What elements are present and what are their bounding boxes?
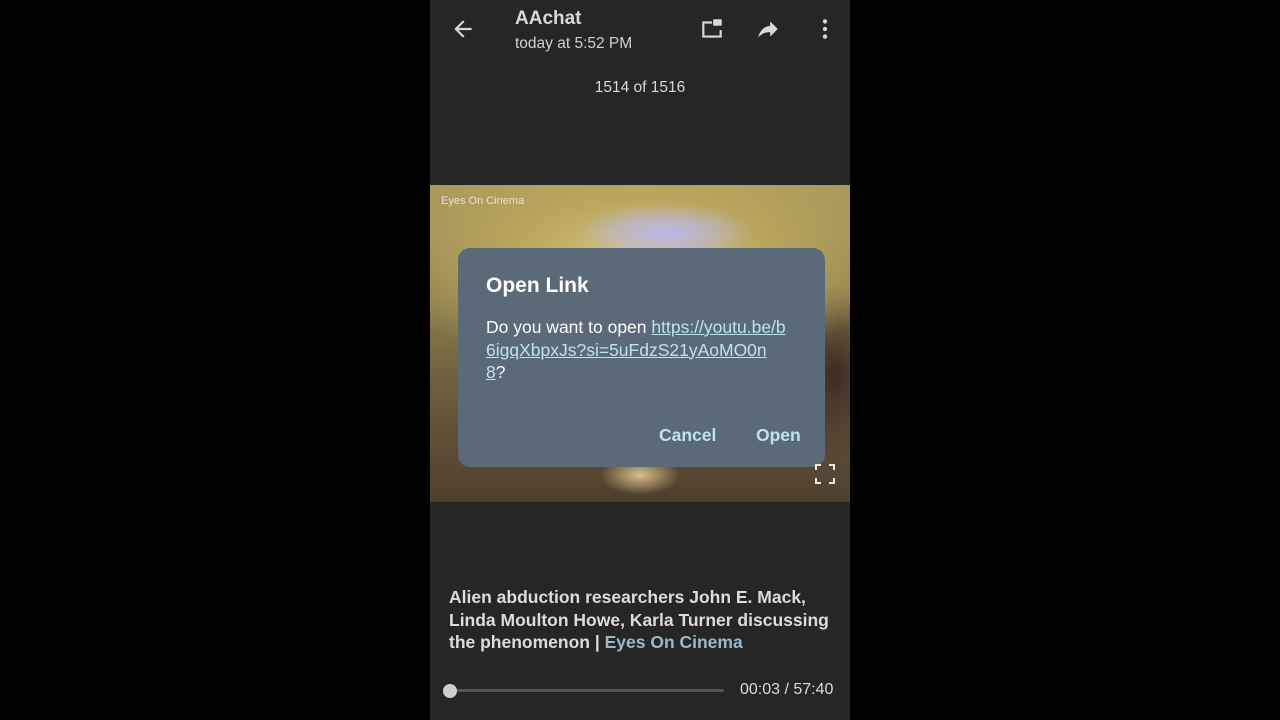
- open-link-dialog: Open Link Do you want to open https://yo…: [458, 248, 825, 467]
- dialog-message: Do you want to open https://youtu.be/b6i…: [486, 316, 786, 384]
- media-counter: 1514 of 1516: [594, 79, 686, 96]
- playback-time: 00:03 / 57:40: [740, 681, 834, 698]
- dialog-title: Open Link: [486, 274, 589, 297]
- pip-icon: [702, 19, 722, 38]
- dialog-suffix: ?: [495, 362, 506, 382]
- arrow-left-icon: [454, 20, 472, 38]
- media-viewer: AAchat today at 5:52 PM 1514 of 1516 Eye…: [430, 0, 850, 720]
- fullscreen-icon: [815, 464, 835, 484]
- open-button[interactable]: Open: [756, 425, 801, 446]
- caption-source-link[interactable]: Eyes On Cinema: [605, 632, 743, 652]
- chat-title: AAchat: [515, 8, 582, 29]
- video-player[interactable]: Eyes On Cinema Open Link Do you want to …: [430, 185, 850, 502]
- media-caption: Alien abduction researchers John E. Mack…: [449, 586, 841, 654]
- share-arrow-icon: [758, 21, 778, 38]
- fullscreen-button[interactable]: [815, 464, 835, 484]
- more-options-button[interactable]: [812, 16, 838, 42]
- cancel-button[interactable]: Cancel: [659, 425, 716, 446]
- seek-bar[interactable]: [450, 689, 724, 692]
- message-timestamp: today at 5:52 PM: [515, 35, 633, 52]
- more-vertical-icon: [822, 19, 828, 39]
- seek-thumb[interactable]: [443, 684, 458, 698]
- back-button[interactable]: [450, 16, 476, 42]
- picture-in-picture-button[interactable]: [699, 16, 725, 42]
- dialog-prompt: Do you want to open: [486, 317, 652, 337]
- top-app-bar: AAchat today at 5:52 PM: [430, 0, 850, 60]
- share-button[interactable]: [755, 16, 781, 42]
- video-watermark: Eyes On Cinema: [441, 195, 525, 207]
